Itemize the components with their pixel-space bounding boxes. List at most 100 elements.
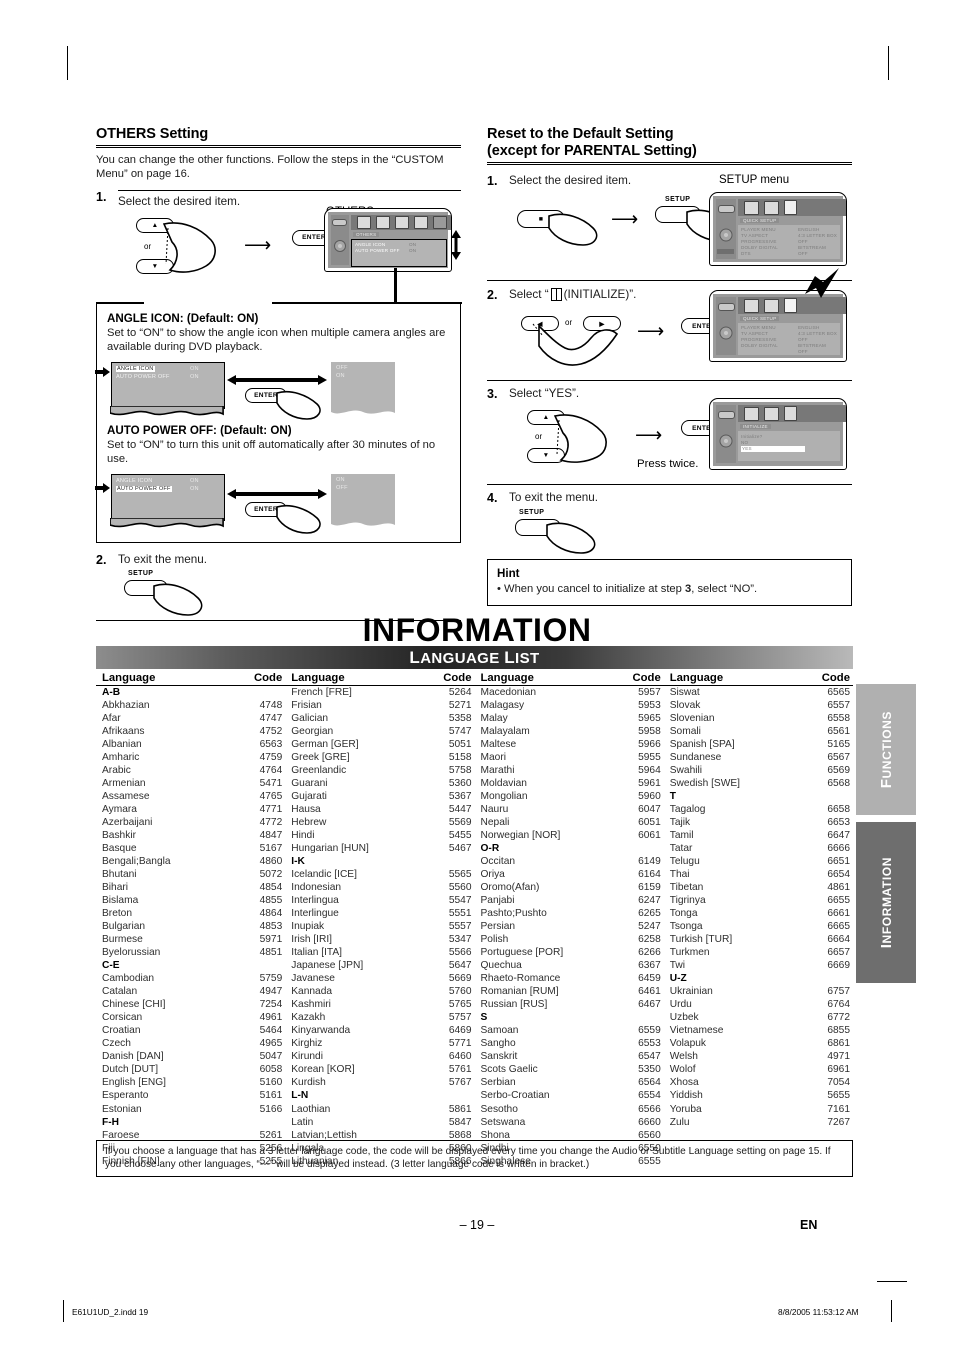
language-code: 7267: [827, 1116, 850, 1128]
hand-pointer-icon-1: [162, 221, 216, 273]
language-row: English [ENG] 5160: [96, 1076, 285, 1089]
others-intro-text: You can change the other functions. Foll…: [96, 153, 444, 180]
language-row: Macedonian 5957: [475, 686, 664, 699]
language-row: Panjabi 6247: [475, 894, 664, 907]
language-row: Turkmen 6657: [664, 946, 853, 959]
language-row: Serbian 6564: [475, 1076, 664, 1089]
language-code: 6047: [638, 804, 661, 816]
language-name: Bihari: [102, 882, 129, 894]
flow-arrow-1: ⟶: [244, 234, 272, 256]
language-name: Macedonian: [480, 687, 537, 698]
language-code: 5847: [448, 1116, 472, 1128]
language-code: 4765: [259, 791, 283, 803]
ai-left-label-0: ANGLE ICON: [116, 365, 155, 372]
language-row: Frisian 5271: [285, 699, 474, 712]
language-name: Marathi: [480, 765, 515, 777]
language-name: Sangho: [480, 1038, 516, 1050]
step2-number: 2.: [96, 552, 107, 567]
qs-value-3: BITSTREAM: [798, 245, 827, 250]
language-name: Oromo(Afan): [480, 882, 540, 894]
language-code: 6564: [638, 1077, 661, 1089]
language-name: Croatian: [102, 1025, 141, 1037]
header-language: Language: [480, 672, 534, 684]
language-name: Tamil: [669, 830, 694, 842]
language-row: Oromo(Afan) 6159: [475, 881, 664, 894]
qs-value-2: OFF: [798, 239, 808, 244]
language-code: 4860: [259, 856, 283, 868]
setup-menu-screenshot: QUICK SETUP PLAYER MENU ENGLISH TV ASPEC…: [709, 192, 847, 266]
language-name: Maori: [480, 752, 506, 764]
language-name: Swahili: [669, 765, 703, 777]
language-row: Bashkir 4847: [96, 829, 285, 842]
language-code: 7054: [827, 1077, 850, 1089]
language-row: Zulu 7267: [664, 1116, 853, 1129]
language-code: 5271: [448, 700, 472, 712]
hand-pointer-icon-3: [276, 390, 321, 420]
language-row: Samoan 6559: [475, 1024, 664, 1037]
language-mark: EN: [800, 1218, 818, 1232]
language-name: Italian [ITA]: [291, 947, 343, 959]
language-code: 4772: [259, 817, 283, 829]
language-row: Japanese [JPN] 5647: [285, 959, 474, 972]
language-code: 6149: [638, 856, 661, 868]
language-code: 6664: [827, 934, 850, 946]
print-rule: [877, 1281, 907, 1282]
language-row: Welsh 4971: [664, 1050, 853, 1063]
language-row: Italian [ITA] 5566: [285, 946, 474, 959]
qs2-value-0: ENGLISH: [798, 325, 820, 330]
language-code: 6655: [827, 895, 850, 907]
language-code: 4747: [259, 713, 283, 725]
or-label-1: or: [144, 241, 152, 251]
hand-pointer-icon-12: [546, 522, 596, 554]
language-code: 6658: [827, 804, 850, 816]
language-name: Vietnamese: [669, 1025, 724, 1037]
qs2-value-3: BITSTREAM: [798, 343, 827, 348]
apo-left-value-1: ON: [190, 485, 199, 492]
language-name: Slovenian: [669, 713, 715, 725]
init-row-0: Initialize?: [741, 434, 763, 439]
language-row: Pashto;Pushto 6265: [475, 907, 664, 920]
language-row: Czech 4965: [96, 1037, 285, 1050]
language-code: 6568: [827, 778, 850, 790]
step2-text: To exit the menu.: [118, 552, 208, 566]
language-code: 6563: [259, 739, 283, 751]
ai-right-0: OFF: [336, 364, 348, 371]
language-group-heading: T: [664, 790, 853, 803]
manual-page: OTHERS Setting You can change the other …: [0, 0, 954, 1351]
header-language: Language: [669, 672, 724, 684]
language-name: Polish: [480, 934, 509, 946]
language-row: Norwegian [NOR] 6061: [475, 829, 664, 842]
auto-power-off-title: AUTO POWER OFF: (Default: ON): [107, 423, 292, 437]
side-tab-information[interactable]: INFORMATION: [856, 822, 916, 983]
language-code: 6566: [638, 1103, 661, 1115]
flow-arrow-2: ⟶: [611, 209, 639, 230]
language-name: Sanskrit: [480, 1051, 518, 1063]
ai-left-value-1: ON: [190, 373, 199, 380]
hand-pointer-icon-4: [276, 504, 321, 534]
language-name: Javanese: [291, 973, 335, 985]
setup-menu-initialize-tab-screenshot: QUICK SETUP PLAYER MENU ENGLISH TV ASPEC…: [709, 268, 847, 362]
language-name: German [GER]: [291, 739, 359, 751]
others-setting-section: OTHERS Setting You can change the other …: [95, 126, 462, 621]
language-name: Gujarati: [291, 791, 327, 803]
language-row: Korean [KOR] 5761: [285, 1063, 474, 1076]
language-row: Kannada 5760: [285, 985, 474, 998]
flow-arrow-4: ⟶: [635, 425, 663, 446]
language-row: Guarani 5360: [285, 777, 474, 790]
language-name: Turkish [TUR]: [669, 934, 733, 946]
language-row: Siswat 6565: [664, 686, 853, 699]
language-row: French [FRE] 5264: [285, 686, 474, 699]
language-code: 5861: [448, 1103, 472, 1115]
language-code: 6559: [638, 1025, 661, 1037]
setup-menu-caption: SETUP menu: [719, 174, 790, 186]
osd-row-value-0: ON: [409, 241, 417, 247]
language-name: Georgian: [291, 726, 334, 738]
language-code: 6757: [827, 986, 850, 998]
initialize-screen-screenshot: INITIALIZE Initialize? NO YES: [709, 398, 847, 470]
side-tab-functions[interactable]: FUNCTIONS: [856, 684, 916, 815]
language-code: 5757: [448, 1012, 472, 1024]
auto-power-off-desc: Set to “ON” to turn this unit off automa…: [107, 438, 436, 465]
auto-power-menu-left: ANGLE ICON ON AUTO POWER OFF ON: [110, 473, 225, 527]
language-code: 6058: [259, 1064, 283, 1076]
language-code: 7254: [259, 999, 283, 1011]
